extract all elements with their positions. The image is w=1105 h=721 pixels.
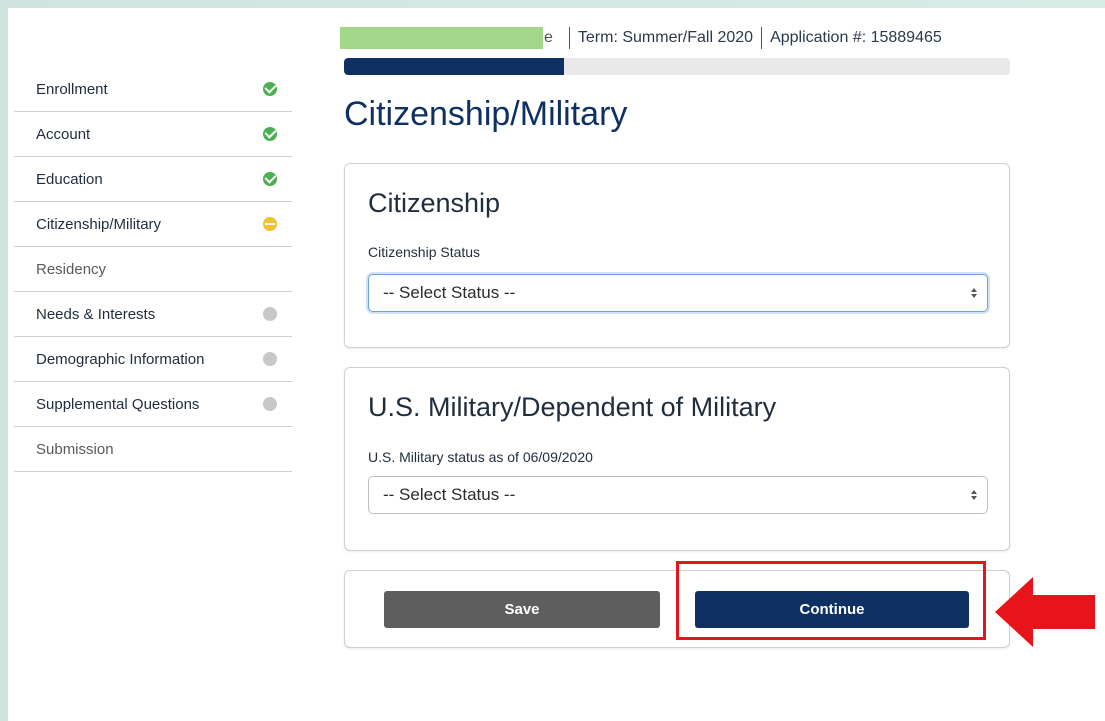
sidebar-item-label: Submission	[36, 440, 114, 458]
term-label: Term: Summer/Fall 2020	[577, 29, 754, 46]
sidebar-item-label: Enrollment	[36, 80, 108, 98]
sidebar-item-label: Education	[36, 170, 103, 188]
check-circle-icon	[263, 127, 277, 141]
save-button[interactable]: Save	[384, 591, 660, 628]
application-number: Application #: 15889465	[770, 29, 942, 46]
redacted-name	[340, 27, 543, 49]
select-value: -- Select Status --	[383, 283, 516, 302]
sidebar-item-needs-interests[interactable]: Needs & Interests	[14, 292, 292, 337]
sidebar-item-label: Demographic Information	[36, 350, 205, 368]
progress-bar-fill	[344, 58, 564, 75]
sidebar-item-label: Account	[36, 125, 91, 143]
check-circle-icon	[263, 82, 277, 96]
header-divider	[568, 27, 570, 49]
military-status-label: U.S. Military status as of 06/09/2020	[368, 449, 593, 465]
progress-bar	[344, 58, 1010, 75]
sidebar-item-enrollment[interactable]: Enrollment	[14, 67, 292, 112]
section-sidebar: Enrollment Account Education Citizenship…	[14, 67, 292, 472]
citizenship-status-select[interactable]: -- Select Status --	[368, 274, 988, 312]
sidebar-item-education[interactable]: Education	[14, 157, 292, 202]
sidebar-item-label: Residency	[36, 260, 107, 278]
header-divider	[761, 27, 763, 49]
sidebar-item-supplemental-questions[interactable]: Supplemental Questions	[14, 382, 292, 427]
citizenship-heading: Citizenship	[368, 188, 501, 218]
annotation-highlight-box	[676, 561, 986, 640]
select-value: -- Select Status --	[383, 485, 516, 504]
military-status-select[interactable]: -- Select Status --	[368, 476, 988, 514]
page-title: Citizenship/Military	[344, 95, 628, 133]
sidebar-item-label: Supplemental Questions	[36, 395, 200, 413]
military-card: U.S. Military/Dependent of Military U.S.…	[344, 367, 1010, 551]
citizenship-card: Citizenship Citizenship Status -- Select…	[344, 163, 1010, 348]
sidebar-item-demographic-information[interactable]: Demographic Information	[14, 337, 292, 382]
sidebar-item-label: Needs & Interests	[36, 305, 156, 323]
military-heading: U.S. Military/Dependent of Military	[368, 392, 777, 422]
sidebar-item-submission: Submission	[14, 427, 292, 472]
updown-arrows-icon	[971, 288, 977, 298]
incomplete-circle-icon	[263, 397, 277, 411]
updown-arrows-icon	[971, 490, 977, 500]
incomplete-circle-icon	[263, 307, 277, 321]
sidebar-item-citizenship-military[interactable]: Citizenship/Military	[14, 202, 292, 247]
check-circle-icon	[263, 172, 277, 186]
sidebar-item-account[interactable]: Account	[14, 112, 292, 157]
citizenship-status-label: Citizenship Status	[368, 244, 481, 260]
in-progress-icon	[263, 217, 277, 231]
arrow-left-icon	[995, 577, 1095, 647]
incomplete-circle-icon	[263, 352, 277, 366]
application-header: e Term: Summer/Fall 2020 Application #: …	[340, 26, 942, 50]
sidebar-item-residency: Residency	[14, 247, 292, 292]
sidebar-item-label: Citizenship/Military	[36, 215, 162, 233]
name-fragment: e	[544, 29, 553, 46]
